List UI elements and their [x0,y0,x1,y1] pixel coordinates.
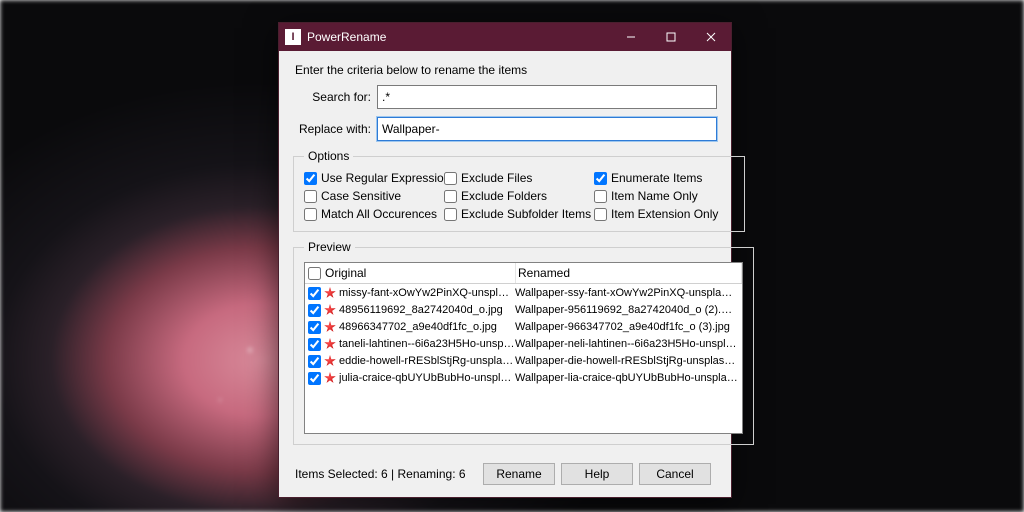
cancel-button[interactable]: Cancel [639,463,711,485]
option-exclude-files[interactable]: Exclude Files [444,171,594,185]
minimize-button[interactable] [611,23,651,51]
close-button[interactable] [691,23,731,51]
file-icon [323,371,337,385]
row-checkbox[interactable] [308,338,321,351]
renamed-name: Wallpaper-lia-craice-qbUYUbBubHo-unspla… [515,372,742,384]
option-match-all[interactable]: Match All Occurences [304,207,444,221]
maximize-button[interactable] [651,23,691,51]
rename-button[interactable]: Rename [483,463,555,485]
preview-row[interactable]: taneli-lahtinen--6i6a23H5Ho-unsplas…Wall… [305,335,742,352]
original-name: julia-craice-qbUYUbBubHo-unsplash.jpg [339,372,515,384]
original-name: missy-fant-xOwYw2PinXQ-unsplash … [339,287,515,299]
column-renamed[interactable]: Renamed [516,263,742,283]
file-icon [323,286,337,300]
original-name: eddie-howell-rRESblStjRg-unsplash.jpg [339,355,515,367]
options-group: Options Use Regular Expressions Exclude … [293,149,745,232]
options-legend: Options [304,149,353,163]
original-name: taneli-lahtinen--6i6a23H5Ho-unsplas… [339,338,515,350]
search-label: Search for: [293,90,371,104]
file-icon [323,337,337,351]
powerrename-window: I PowerRename Enter the criteria below t… [278,22,732,498]
preview-legend: Preview [304,240,355,254]
titlebar[interactable]: I PowerRename [279,23,731,51]
option-extension-only[interactable]: Item Extension Only [594,207,734,221]
help-button[interactable]: Help [561,463,633,485]
option-enumerate[interactable]: Enumerate Items [594,171,734,185]
file-icon [323,320,337,334]
row-checkbox[interactable] [308,321,321,334]
option-name-only[interactable]: Item Name Only [594,189,734,203]
search-input[interactable] [377,85,717,109]
renamed-name: Wallpaper-die-howell-rRESblStjRg-unsplas… [515,355,742,367]
file-icon [323,354,337,368]
row-checkbox[interactable] [308,287,321,300]
preview-list[interactable]: Original Renamed missy-fant-xOwYw2PinXQ-… [304,262,743,434]
option-regex[interactable]: Use Regular Expressions [304,171,444,185]
status-text: Items Selected: 6 | Renaming: 6 [295,467,477,481]
preview-group: Preview Original Renamed missy-fant-xOwY… [293,240,754,445]
renamed-name: Wallpaper-966347702_a9e40df1fc_o (3).jpg [515,321,742,333]
preview-row[interactable]: 48966347702_a9e40df1fc_o.jpgWallpaper-96… [305,318,742,335]
preview-row[interactable]: missy-fant-xOwYw2PinXQ-unsplash …Wallpap… [305,284,742,301]
replace-input[interactable] [377,117,717,141]
renamed-name: Wallpaper-ssy-fant-xOwYw2PinXQ-unspla… [515,287,742,299]
instruction-text: Enter the criteria below to rename the i… [295,63,717,77]
preview-row[interactable]: 48956119692_8a2742040d_o.jpgWallpaper-95… [305,301,742,318]
row-checkbox[interactable] [308,304,321,317]
window-title: PowerRename [307,30,611,44]
option-exclude-subfolder[interactable]: Exclude Subfolder Items [444,207,594,221]
renamed-name: Wallpaper-neli-lahtinen--6i6a23H5Ho-unsp… [515,338,742,350]
option-case-sensitive[interactable]: Case Sensitive [304,189,444,203]
column-original[interactable]: Original [323,263,516,283]
row-checkbox[interactable] [308,355,321,368]
row-checkbox[interactable] [308,372,321,385]
option-exclude-folders[interactable]: Exclude Folders [444,189,594,203]
original-name: 48956119692_8a2742040d_o.jpg [339,304,515,316]
header-checkbox[interactable] [308,267,321,280]
renamed-name: Wallpaper-956119692_8a2742040d_o (2).… [515,304,742,316]
file-icon [323,303,337,317]
preview-row[interactable]: eddie-howell-rRESblStjRg-unsplash.jpgWal… [305,352,742,369]
replace-label: Replace with: [293,122,371,136]
app-icon: I [285,29,301,45]
original-name: 48966347702_a9e40df1fc_o.jpg [339,321,515,333]
preview-row[interactable]: julia-craice-qbUYUbBubHo-unsplash.jpgWal… [305,369,742,386]
